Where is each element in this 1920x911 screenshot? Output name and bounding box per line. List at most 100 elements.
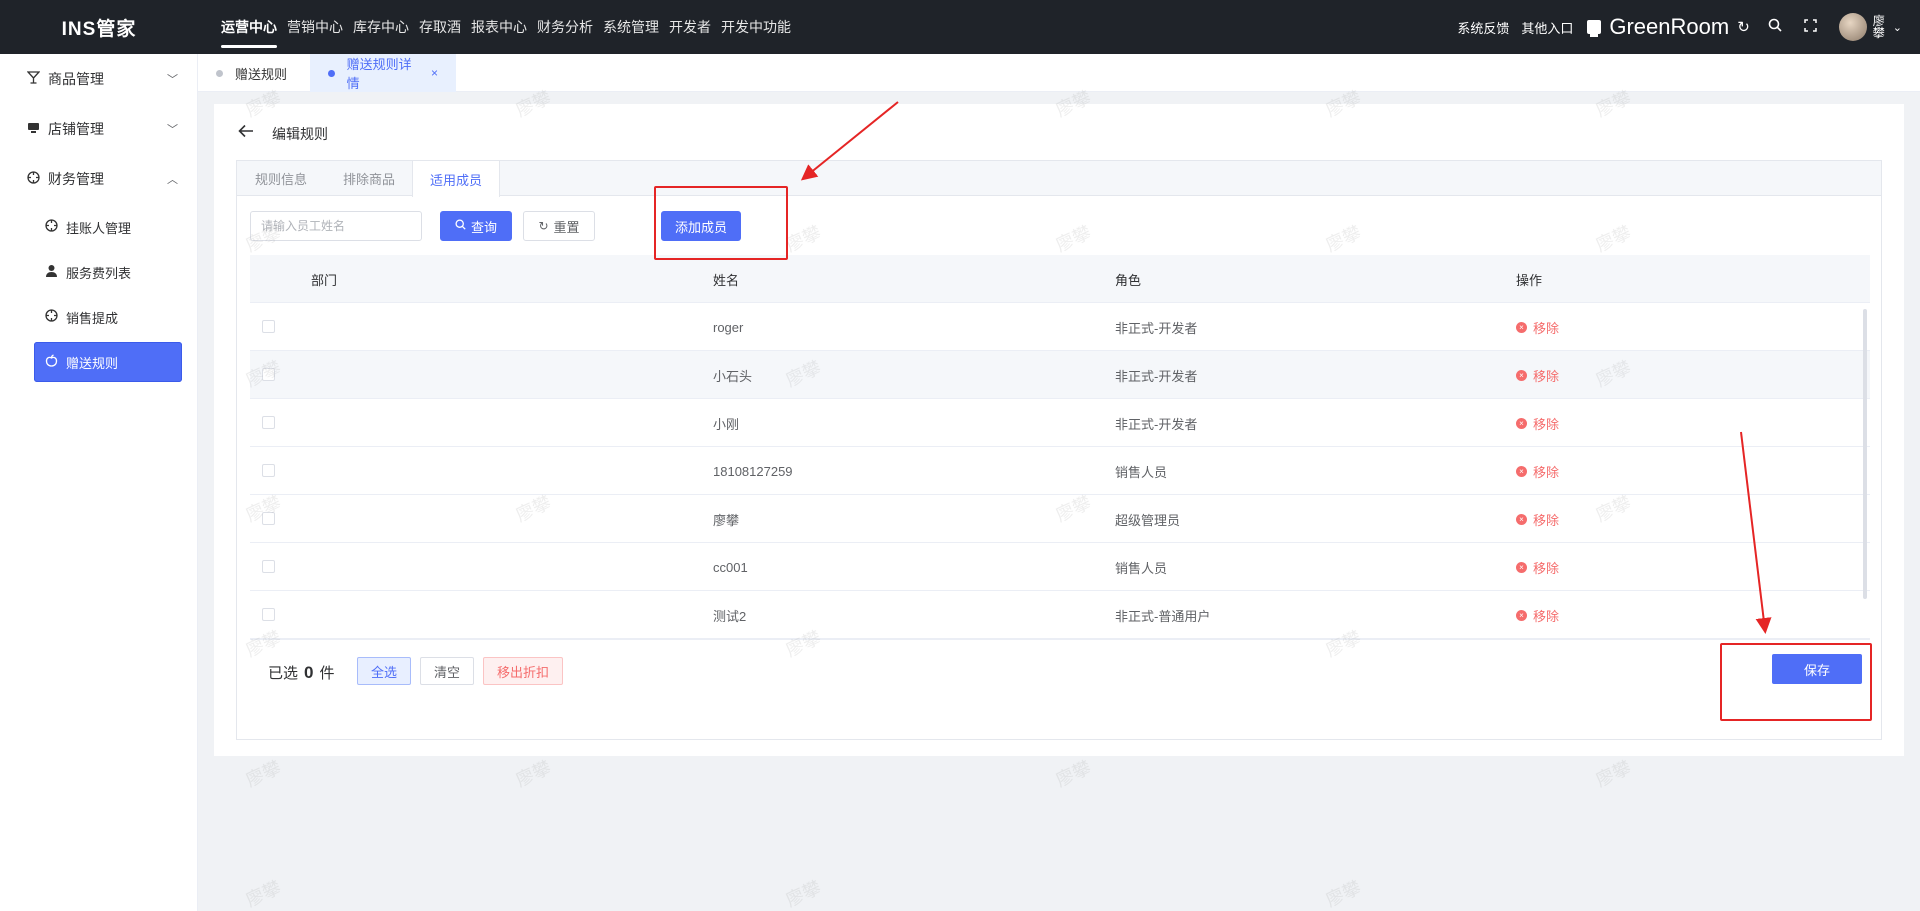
rule-editor-panel: 规则信息 排除商品 适用成员 查询 ↻ 重置 添加成员 部门 姓名 角色 操作	[236, 160, 1882, 740]
query-button-label: 查询	[470, 219, 497, 235]
remove-label: 移除	[1533, 416, 1560, 432]
sidebar-item-sales-commission[interactable]: 销售提成	[34, 297, 182, 337]
reset-button[interactable]: ↻ 重置	[523, 211, 595, 241]
store-name: GreenRoom	[1609, 14, 1730, 39]
avatar[interactable]	[1838, 13, 1867, 41]
sidebar-group-finance[interactable]: 财务管理 ︿	[0, 154, 198, 204]
sidebar-item-credit-accounts[interactable]: 挂账人管理	[34, 207, 182, 247]
top-nav: 运营中心 营销中心 库存中心 存取酒 报表中心 财务分析 系统管理 开发者 开发…	[221, 0, 801, 54]
selected-prefix: 已选	[268, 665, 299, 682]
row-checkbox[interactable]	[262, 608, 275, 621]
nav-in-development[interactable]: 开发中功能	[721, 0, 791, 54]
cell-name: cc001	[713, 559, 748, 575]
cocktail-icon	[26, 71, 40, 87]
remove-button[interactable]: × 移除	[1516, 462, 1559, 481]
chevron-up-icon: ︿	[167, 174, 178, 186]
watermark: 廖攀	[1052, 757, 1094, 791]
store-switcher[interactable]: GreenRoom ↻	[1587, 14, 1750, 40]
add-member-button[interactable]: 添加成员	[661, 211, 741, 241]
column-header-name: 姓名	[713, 272, 740, 288]
save-button[interactable]: 保存	[1772, 654, 1862, 684]
tab-excluded-products[interactable]: 排除商品	[325, 161, 413, 196]
table-row: 测试2 非正式-普通用户 × 移除	[250, 591, 1870, 639]
apple-icon	[44, 354, 58, 370]
tab-applicable-members[interactable]: 适用成员	[412, 161, 500, 197]
remove-label: 移除	[1533, 608, 1560, 624]
nav-developer[interactable]: 开发者	[669, 0, 711, 54]
remove-button[interactable]: × 移除	[1516, 318, 1559, 337]
remove-button[interactable]: × 移除	[1516, 558, 1559, 577]
query-button[interactable]: 查询	[440, 211, 512, 241]
close-circle-icon: ×	[1516, 321, 1527, 333]
page-tab-gift-rule-detail[interactable]: 赠送规则详情 ×	[310, 54, 456, 92]
sidebar-group-store[interactable]: 店铺管理 ﹀	[0, 104, 198, 154]
remove-button[interactable]: × 移除	[1516, 510, 1559, 529]
search-icon[interactable]	[1768, 18, 1782, 36]
remove-button[interactable]: × 移除	[1516, 414, 1559, 433]
sidebar-group-products[interactable]: 商品管理 ﹀	[0, 54, 198, 104]
user-name[interactable]: 廖攀	[1873, 15, 1887, 39]
row-checkbox[interactable]	[262, 560, 275, 573]
column-header-role: 角色	[1115, 272, 1142, 288]
nav-marketing[interactable]: 营销中心	[287, 0, 343, 54]
nav-wine-storage[interactable]: 存取酒	[419, 0, 461, 54]
table-row: 18108127259 销售人员 × 移除	[250, 447, 1870, 495]
finance-icon	[26, 171, 40, 187]
chevron-down-icon[interactable]: ⌄	[1893, 21, 1902, 34]
close-icon[interactable]: ×	[431, 66, 438, 80]
selected-suffix: 件	[319, 665, 335, 682]
cell-role: 非正式-普通用户	[1115, 608, 1211, 624]
app-logo: INS管家	[61, 18, 137, 40]
table-row: 小石头 非正式-开发者 × 移除	[250, 351, 1870, 399]
nav-reports[interactable]: 报表中心	[471, 0, 527, 54]
nav-inventory[interactable]: 库存中心	[353, 0, 409, 54]
row-checkbox[interactable]	[262, 368, 275, 381]
cell-name: 测试2	[713, 608, 747, 624]
row-checkbox[interactable]	[262, 320, 275, 333]
search-icon	[455, 219, 466, 233]
select-all-button[interactable]: 全选	[357, 657, 411, 685]
members-table-header: 部门 姓名 角色 操作	[250, 255, 1870, 303]
employee-name-search-input[interactable]	[250, 211, 422, 241]
tab-rule-info[interactable]: 规则信息	[237, 161, 325, 196]
watermark: 廖攀	[782, 877, 824, 911]
cell-role: 非正式-开发者	[1115, 416, 1198, 432]
cell-role: 非正式-开发者	[1115, 368, 1198, 384]
feedback-link[interactable]: 系统反馈	[1457, 18, 1509, 37]
row-checkbox[interactable]	[262, 464, 275, 477]
cell-name: 18108127259	[713, 463, 793, 479]
clear-button[interactable]: 清空	[420, 657, 474, 685]
nav-system[interactable]: 系统管理	[603, 0, 659, 54]
sidebar-item-service-fees[interactable]: 服务费列表	[34, 252, 182, 292]
page-tab-gift-rules[interactable]: 赠送规则	[198, 54, 310, 92]
watermark: 廖攀	[1322, 877, 1364, 911]
row-checkbox[interactable]	[262, 416, 275, 429]
cell-name: roger	[713, 319, 744, 335]
nav-finance-analysis[interactable]: 财务分析	[537, 0, 593, 54]
remove-button[interactable]: × 移除	[1516, 366, 1559, 385]
chevron-down-icon: ﹀	[167, 124, 178, 136]
page-tab-label: 赠送规则详情	[346, 57, 412, 91]
column-header-department: 部门	[311, 272, 338, 288]
crosshair-icon	[44, 309, 58, 325]
tab-dot-icon	[328, 69, 335, 77]
refresh-icon[interactable]: ↻	[1737, 18, 1750, 36]
remove-discount-button[interactable]: 移出折扣	[483, 657, 563, 685]
back-arrow-icon[interactable]	[238, 124, 254, 143]
row-checkbox[interactable]	[262, 512, 275, 525]
store-icon	[1587, 20, 1602, 37]
nav-operations[interactable]: 运营中心	[221, 0, 277, 54]
other-entry-link[interactable]: 其他入口	[1521, 18, 1573, 37]
remove-button[interactable]: × 移除	[1516, 606, 1559, 625]
sidebar-item-label: 服务费列表	[66, 265, 132, 281]
fullscreen-icon[interactable]	[1804, 18, 1817, 36]
table-footer: 已选 0 件 全选 清空 移出折扣 保存	[250, 639, 1870, 703]
remove-label: 移除	[1533, 464, 1560, 480]
content-card: 编辑规则 规则信息 排除商品 适用成员 查询 ↻ 重置 添加成员 部门 姓名 角…	[214, 104, 1904, 756]
cell-name: 廖攀	[713, 512, 740, 528]
tab-dot-icon	[216, 69, 223, 77]
sidebar-item-gift-rules[interactable]: 赠送规则	[34, 342, 182, 382]
table-row: cc001 销售人员 × 移除	[250, 543, 1870, 591]
table-scrollbar[interactable]	[1863, 309, 1867, 599]
remove-label: 移除	[1533, 368, 1560, 384]
